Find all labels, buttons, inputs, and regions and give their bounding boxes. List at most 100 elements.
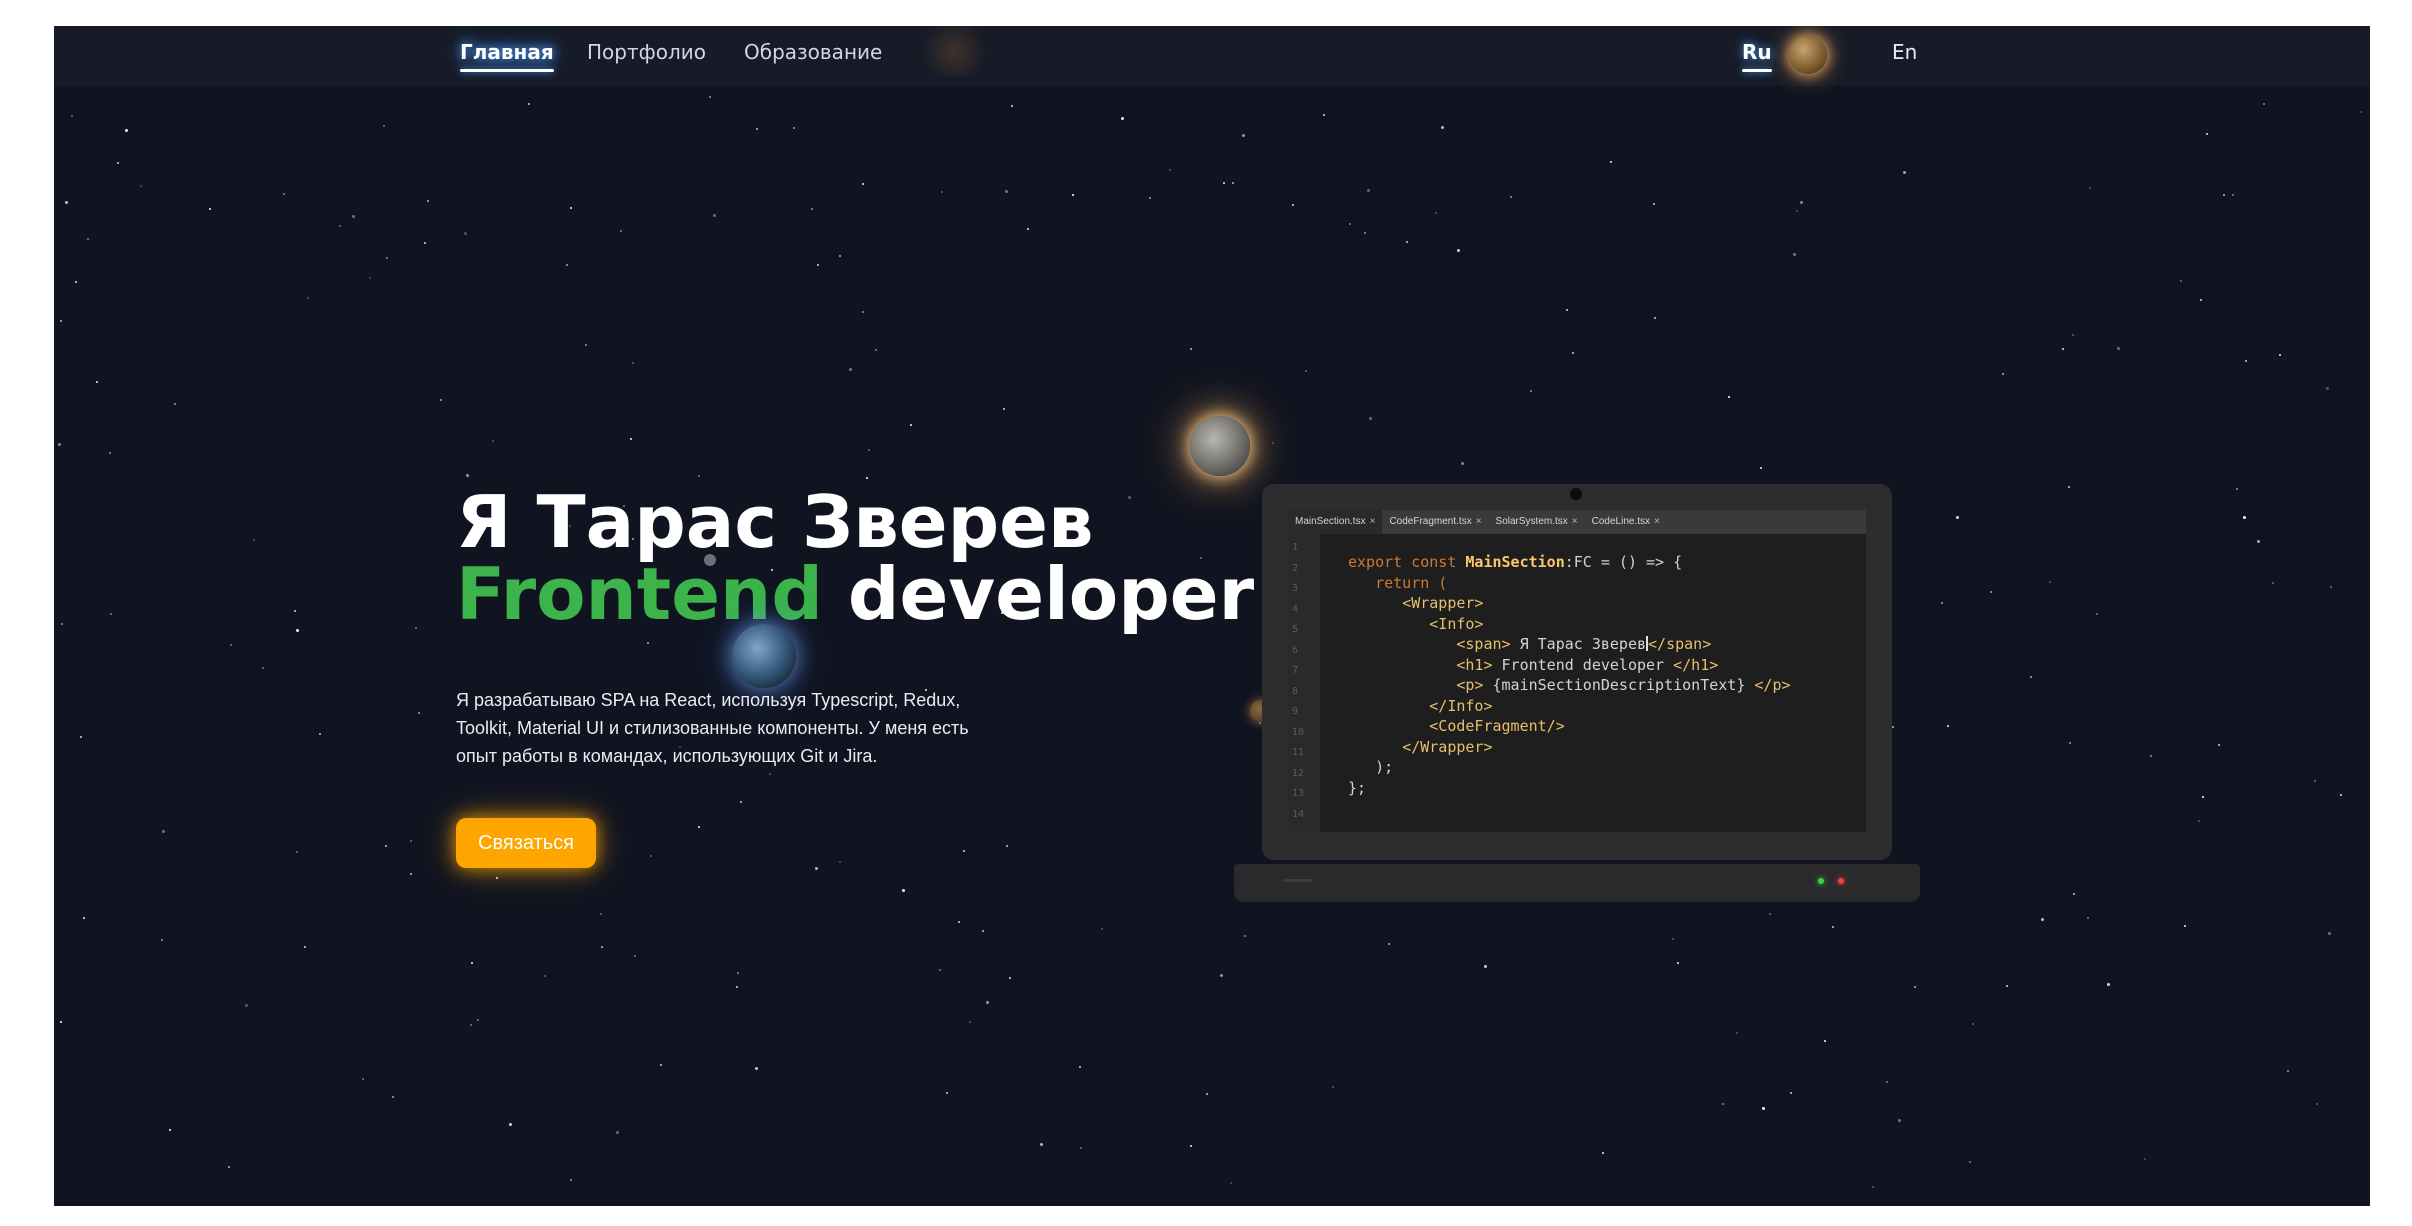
star <box>1406 241 1408 243</box>
star <box>969 1021 971 1023</box>
star <box>1080 1147 1082 1149</box>
webcam-icon <box>1570 488 1582 500</box>
star <box>162 830 165 833</box>
line-number-gutter: 1 2 3 4 5 6 7 8 9 10 11 12 13 14 <box>1288 534 1320 832</box>
star <box>1793 253 1796 256</box>
star <box>1027 228 1029 230</box>
star <box>1242 134 1245 137</box>
star <box>83 917 85 919</box>
editor-tab-solarsystem[interactable]: SolarSystem.tsx × <box>1489 510 1585 534</box>
star <box>2049 581 2051 583</box>
star <box>902 889 905 892</box>
star <box>736 986 738 988</box>
close-icon[interactable]: × <box>1476 516 1482 527</box>
star <box>755 1067 758 1070</box>
star <box>1190 348 1192 350</box>
star <box>811 208 813 210</box>
star <box>228 1166 230 1168</box>
line-number: 2 <box>1292 562 1299 574</box>
star <box>544 975 546 977</box>
star <box>125 129 128 132</box>
star <box>1121 117 1124 120</box>
star <box>1898 1119 1901 1122</box>
close-icon[interactable]: × <box>1654 516 1660 527</box>
contact-button[interactable]: Связаться <box>456 818 596 868</box>
editor-tab-label: CodeFragment.tsx <box>1389 516 1472 527</box>
code-text: ); <box>1375 758 1394 776</box>
star <box>2257 540 2260 543</box>
hero-title: Я Тарас Зверев Frontend developer <box>456 486 1254 630</box>
page-viewport: Главная Портфолио Образование Ru En Я Та… <box>54 26 2370 1206</box>
code-tag: </h1> <box>1673 655 1719 674</box>
star <box>477 1019 479 1021</box>
line-number: 9 <box>1292 706 1299 717</box>
nav-link-education[interactable]: Образование <box>744 40 882 72</box>
star <box>866 477 868 479</box>
star <box>60 320 62 322</box>
star <box>946 1092 948 1094</box>
star <box>839 861 841 863</box>
star <box>1003 408 1005 410</box>
code-tag: <h1> <box>1456 655 1493 674</box>
nav-link-portfolio[interactable]: Портфолио <box>587 40 706 72</box>
star <box>737 972 739 974</box>
star <box>709 96 711 98</box>
star <box>817 264 819 266</box>
star <box>1886 1081 1888 1083</box>
nav-link-home[interactable]: Главная <box>460 40 554 72</box>
star <box>1602 1152 1604 1154</box>
star <box>986 1001 989 1004</box>
editor-tab-codeline[interactable]: CodeLine.tsx × <box>1585 510 1667 534</box>
code-text: :FC = () => { <box>1564 553 1683 571</box>
editor-tab-bar: MainSection.tsx × CodeFragment.tsx × Solar… <box>1288 510 1866 534</box>
red-led-icon <box>1838 878 1844 884</box>
line-number: 6 <box>1292 644 1299 656</box>
star <box>660 1064 662 1066</box>
star <box>1796 210 1798 212</box>
editor-tab-mainsection[interactable]: MainSection.tsx × <box>1288 510 1383 534</box>
star <box>566 264 568 266</box>
star <box>1824 1040 1826 1042</box>
language-ru-button[interactable]: Ru <box>1742 40 1772 72</box>
planet-icon[interactable] <box>1789 36 1827 74</box>
star <box>862 311 864 313</box>
earth-planet-image <box>732 624 796 688</box>
star <box>61 623 63 625</box>
star <box>2041 918 2044 921</box>
language-en-button[interactable]: En <box>1892 40 1917 72</box>
star <box>2314 780 2316 782</box>
star <box>410 873 412 875</box>
star <box>464 232 467 235</box>
star <box>1292 204 1294 206</box>
star <box>2144 1158 2146 1160</box>
code-text: Frontend developer <box>1492 655 1674 674</box>
star <box>1610 161 1612 163</box>
star <box>1672 938 1674 940</box>
code-component-name: MainSection <box>1465 553 1565 571</box>
star <box>600 913 602 915</box>
star <box>1206 1093 1208 1095</box>
star <box>1244 935 1246 937</box>
star <box>2200 299 2202 301</box>
star <box>2006 985 2008 987</box>
star <box>369 277 371 279</box>
star <box>616 1131 619 1134</box>
star <box>410 840 412 842</box>
close-icon[interactable]: × <box>1572 516 1578 527</box>
line-number: 3 <box>1292 583 1299 594</box>
star <box>1762 1107 1765 1110</box>
star <box>140 185 142 187</box>
star <box>1349 223 1351 225</box>
close-icon[interactable]: × <box>1370 516 1376 527</box>
star <box>1510 196 1512 198</box>
star <box>1872 1186 1874 1188</box>
editor-tab-codefragment[interactable]: CodeFragment.tsx × <box>1382 510 1488 534</box>
star <box>1190 1145 1192 1147</box>
star <box>1006 845 1008 847</box>
star <box>296 629 299 632</box>
star <box>910 424 912 426</box>
star <box>1956 516 1959 519</box>
star <box>1388 943 1390 945</box>
star <box>570 1179 572 1181</box>
star <box>352 215 355 218</box>
